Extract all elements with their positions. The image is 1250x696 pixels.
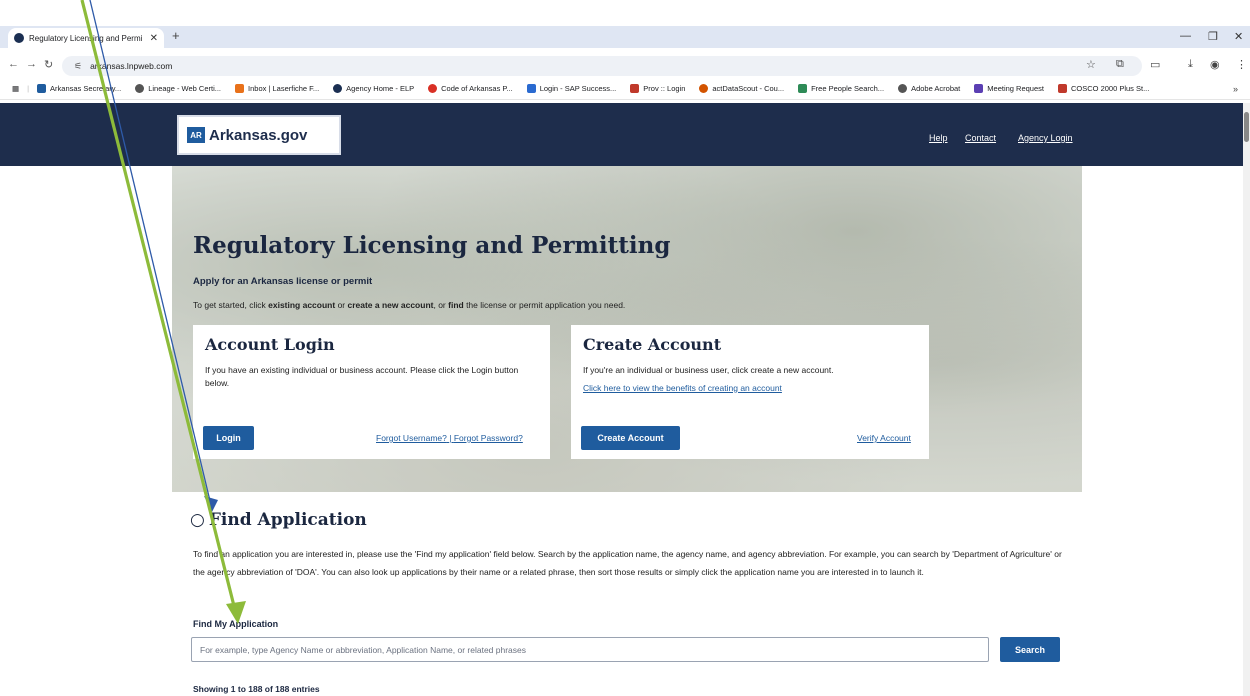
forgot-links: Forgot Username? | Forgot Password? [376,433,523,443]
browser-tab[interactable]: Regulatory Licensing and Permi ✕ [8,28,164,48]
bookmark-star-icon[interactable]: ☆ [1086,58,1096,71]
bookmark-item[interactable]: Meeting Request [974,84,1044,93]
bookmark-item[interactable]: Login - SAP Success... [526,84,616,93]
bookmark-favicon-icon [526,84,536,93]
bookmark-item[interactable]: Inbox | Laserfiche F... [235,84,319,93]
benefits-link[interactable]: Click here to view the benefits of creat… [583,383,782,393]
apps-icon[interactable]: ▦ [12,84,19,93]
bookmark-favicon-icon [235,84,245,93]
menu-icon[interactable]: ⋮ [1236,58,1247,71]
bookmark-item[interactable]: Arkansas Secretary... [37,84,121,93]
scrollbar-thumb[interactable] [1244,112,1249,142]
find-application-input[interactable] [191,637,989,662]
logo-text: Arkansas.gov [209,126,308,144]
bookmark-item[interactable]: Agency Home - ELP [333,84,414,93]
bookmarks-bar: ▦ | Arkansas Secretary... Lineage - Web … [0,78,1250,100]
create-account-button[interactable]: Create Account [581,426,680,450]
tab-favicon-icon [14,33,24,43]
extensions-icon[interactable]: ⧉ [1116,58,1124,71]
create-account-title: Create Account [583,335,722,354]
page-scrollbar[interactable] [1243,103,1250,696]
entries-count: Showing 1 to 188 of 188 entries [193,684,320,694]
bookmark-item[interactable]: Lineage - Web Certi... [135,84,221,93]
bookmark-favicon-icon [630,84,640,93]
tab-title: Regulatory Licensing and Permi [29,33,143,43]
create-account-text: If you're an individual or business user… [583,365,834,375]
bookmark-item[interactable]: COSCO 2000 Plus St... [1057,84,1149,93]
page-title: Regulatory Licensing and Permitting [193,232,671,259]
address-bar[interactable]: ⚟ arkansas.lnpweb.com [62,56,1142,76]
bookmark-item[interactable]: Prov :: Login [630,84,685,93]
forgot-username-link[interactable]: Forgot Username? [376,433,447,443]
bookmark-favicon-icon [1057,84,1067,93]
bookmark-item[interactable]: Code of Arkansas P... [428,84,513,93]
forgot-password-link[interactable]: Forgot Password? [454,433,523,443]
find-application-title: ○ Find Application [190,510,367,530]
minimize-icon[interactable]: — [1180,30,1191,42]
profile-icon[interactable]: ◉ [1210,58,1220,71]
bookmark-favicon-icon [135,84,145,93]
site-info-icon[interactable]: ⚟ [74,61,82,72]
download-icon[interactable]: ⤓ [1188,58,1193,71]
bookmark-item[interactable]: Free People Search... [798,84,884,93]
help-link[interactable]: Help [929,133,948,143]
url-text: arkansas.lnpweb.com [90,61,173,71]
bookmark-item[interactable]: Adobe Acrobat [898,84,960,93]
window-close-icon[interactable]: ✕ [1234,30,1243,43]
bookmark-item[interactable]: actDataScout - Cou... [699,84,784,93]
bookmark-favicon-icon [699,84,709,93]
restore-icon[interactable]: ❐ [1208,30,1218,43]
reload-icon[interactable]: ↻ [44,58,53,71]
account-login-title: Account Login [205,335,335,354]
logo-mark: AR [187,127,205,143]
bookmark-favicon-icon [428,84,438,93]
bookmark-favicon-icon [898,84,908,93]
bookmark-favicon-icon [974,84,984,93]
cast-icon[interactable]: ▭ [1150,58,1160,71]
agency-login-link[interactable]: Agency Login [1018,133,1073,143]
account-login-text: If you have an existing individual or bu… [205,365,519,388]
forward-icon[interactable]: → [26,58,37,70]
hero-subtitle: Apply for an Arkansas license or permit [193,276,373,287]
find-application-description: To find an application you are intereste… [193,549,1062,577]
tab-close-icon[interactable]: ✕ [150,33,158,44]
bookmark-favicon-icon [333,84,343,93]
back-icon[interactable]: ← [8,58,19,70]
bookmark-favicon-icon [37,84,47,93]
bookmark-favicon-icon [798,84,808,93]
contact-link[interactable]: Contact [965,133,996,143]
more-bookmarks-icon[interactable]: » [1233,84,1238,94]
verify-account-link[interactable]: Verify Account [857,433,911,443]
new-tab-icon[interactable]: + [172,28,180,43]
search-icon: ○ [190,510,205,530]
hero-instructions: To get started, click existing account o… [193,300,626,310]
login-button[interactable]: Login [203,426,254,450]
search-button[interactable]: Search [1000,637,1060,662]
tab-strip [0,26,1250,48]
find-my-application-label: Find My Application [193,619,279,629]
arkansas-logo[interactable]: AR Arkansas.gov [177,115,341,155]
